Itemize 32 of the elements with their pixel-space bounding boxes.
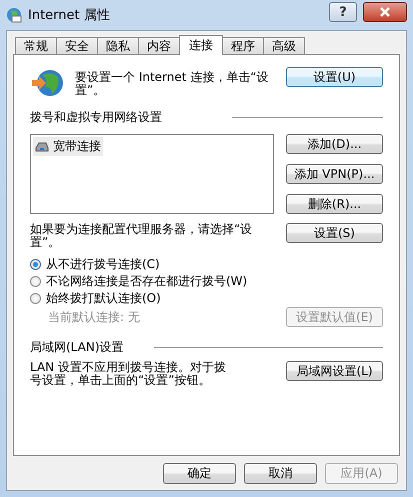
connection-item[interactable]: 宽带连接 <box>33 137 103 156</box>
tab[interactable]: 安全 <box>56 37 98 54</box>
setup-description: 要设置一个 Internet 连接，单击“设置”。 <box>75 71 270 97</box>
dialog-button[interactable]: 取消 <box>244 463 317 484</box>
dialup-button[interactable]: 添加(D)... <box>286 134 383 154</box>
radio-option[interactable]: 始终拨打默认连接(O) <box>30 291 383 305</box>
tab[interactable]: 常规 <box>15 37 57 54</box>
radio-option[interactable]: 从不进行拨号连接(C) <box>30 257 383 271</box>
globe-icon <box>6 7 22 23</box>
section-heading: 拨号和虚拟专用网络设置 <box>30 109 162 126</box>
current-default-label: 当前默认连接: 无 <box>48 308 140 326</box>
globe-icon <box>30 67 64 99</box>
dialup-button[interactable]: 删除(R)... <box>286 194 383 214</box>
tab[interactable]: 内容 <box>138 37 180 54</box>
tab[interactable]: 程序 <box>222 37 264 54</box>
dialup-button[interactable]: 添加 VPN(P)... <box>286 164 383 184</box>
proxy-settings-button[interactable]: 设置(S) <box>286 223 383 243</box>
window-title: Internet 属性 <box>28 7 110 24</box>
dialog-button[interactable]: 确定 <box>163 463 236 484</box>
proxy-description: 如果要为连接配置代理服务器，请选择“设置”。 <box>30 223 254 249</box>
help-button[interactable]: ? <box>329 2 357 22</box>
lan-settings-button[interactable]: 局域网设置(L) <box>286 361 383 381</box>
tab[interactable]: 隐私 <box>97 37 139 54</box>
tab[interactable]: 高级 <box>263 37 305 54</box>
lan-description: LAN 设置不应用到拨号连接。对于拨号设置，单击上面的“设置”按钮。 <box>30 361 227 387</box>
modem-icon <box>35 140 49 152</box>
tab[interactable]: 连接 <box>179 35 223 55</box>
section-heading: 局域网(LAN)设置 <box>30 339 124 356</box>
close-button[interactable] <box>363 2 407 22</box>
setup-button[interactable]: 设置(U) <box>286 67 383 87</box>
radio-option[interactable]: 不论网络连接是否存在都进行拨号(W) <box>30 274 383 288</box>
close-icon <box>379 7 391 17</box>
